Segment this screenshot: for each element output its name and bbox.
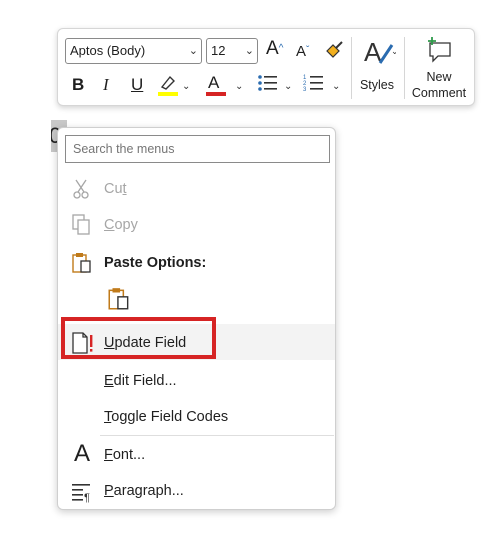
shrink-font-icon: A <box>296 43 307 60</box>
paragraph-icon: ¶ <box>72 484 90 503</box>
new-comment-icon <box>428 37 451 63</box>
new-comment-label-line2: Comment <box>411 86 467 100</box>
format-painter-icon[interactable] <box>323 39 345 61</box>
toolbar-divider <box>404 37 405 99</box>
font-name-dropdown[interactable]: Aptos (Body) ⌄ <box>65 38 202 64</box>
svg-text:¶: ¶ <box>84 492 90 503</box>
menu-item-label: Font... <box>104 447 146 463</box>
highlight-color-swatch <box>158 92 178 96</box>
paste-icon <box>72 253 91 273</box>
highlighter-icon[interactable] <box>158 73 178 91</box>
menu-item-paste-options: Paste Options: <box>58 244 335 280</box>
chevron-down-icon[interactable]: ⌄ <box>182 81 190 93</box>
font-icon: A <box>73 440 90 467</box>
font-color-swatch <box>206 92 226 96</box>
search-menus-input[interactable] <box>65 135 330 163</box>
context-menu: Cut Copy Paste Options: Update Field <box>57 127 336 510</box>
menu-item-label: Toggle Field Codes <box>104 409 229 425</box>
menu-item-paragraph[interactable]: ¶ Paragraph... <box>58 472 335 508</box>
menu-item-label: Edit Field... <box>104 373 177 389</box>
menu-item-label: Cut <box>104 181 127 197</box>
chevron-down-icon[interactable]: ⌄ <box>284 81 292 93</box>
bullets-icon[interactable] <box>257 73 279 93</box>
styles-button[interactable]: A ⌄ Styles <box>356 35 402 101</box>
font-size-value: 12 <box>211 43 226 58</box>
grow-font-button[interactable]: A^ <box>266 39 283 59</box>
menu-item-edit-field[interactable]: Edit Field... <box>58 362 335 398</box>
grow-font-icon: A <box>266 38 279 59</box>
bold-button[interactable]: B <box>72 75 84 95</box>
chevron-down-icon[interactable]: ⌄ <box>235 81 243 93</box>
font-name-value: Aptos (Body) <box>70 43 146 58</box>
mini-toolbar: Aptos (Body) ⌄ 12 ⌄ A^ Aˇ B I U ⌄ A ⌄ ⌄ … <box>57 28 475 106</box>
italic-button[interactable]: I <box>103 75 109 95</box>
scissors-icon <box>73 179 89 199</box>
chevron-down-icon: ⌄ <box>188 45 198 57</box>
svg-text:3: 3 <box>303 87 307 93</box>
toolbar-divider <box>351 37 352 99</box>
new-comment-label-line1: New <box>426 70 452 84</box>
numbering-icon[interactable]: 1 2 3 <box>303 73 325 93</box>
new-comment-button[interactable]: New Comment <box>408 35 470 101</box>
styles-label: Styles <box>359 78 395 92</box>
highlight-annotation-box <box>61 317 216 359</box>
chevron-down-icon[interactable]: ⌄ <box>332 81 340 93</box>
underline-button[interactable]: U <box>131 75 143 95</box>
chevron-down-icon: ⌄ <box>244 45 254 57</box>
font-color-button[interactable]: A <box>208 73 219 93</box>
styles-icon: A ⌄ <box>364 37 396 67</box>
paste-keep-text-only-icon[interactable] <box>106 286 132 312</box>
shrink-font-button[interactable]: Aˇ <box>296 41 309 62</box>
copy-icon <box>72 214 90 235</box>
svg-text:⌄: ⌄ <box>391 46 396 56</box>
menu-item-toggle-field-codes[interactable]: Toggle Field Codes <box>58 398 335 434</box>
paste-options-heading: Paste Options: <box>104 255 207 271</box>
menu-item-font[interactable]: A Font... <box>58 436 335 472</box>
menu-item-cut[interactable]: Cut <box>58 170 335 206</box>
menu-item-copy[interactable]: Copy <box>58 206 335 242</box>
font-size-dropdown[interactable]: 12 ⌄ <box>206 38 258 64</box>
menu-item-label: Paragraph... <box>104 483 184 499</box>
menu-item-label: Copy <box>104 217 138 233</box>
